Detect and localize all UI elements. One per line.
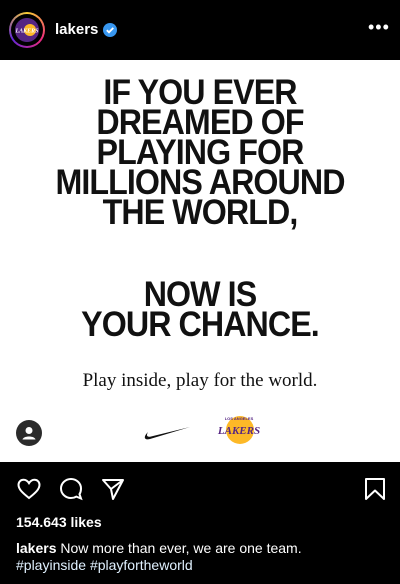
lakers-logo-icon: LOS ANGELES LAKERS xyxy=(217,416,260,444)
like-button[interactable] xyxy=(16,476,42,502)
likes-count[interactable]: 154.643 likes xyxy=(16,514,102,530)
user-icon xyxy=(22,427,36,440)
lakers-logo-icon: LAKERS xyxy=(15,18,39,42)
comment-icon xyxy=(59,477,83,501)
logo-text: LAKERS xyxy=(217,425,260,437)
username-link[interactable]: lakers xyxy=(55,21,98,38)
post-header: LAKERS lakers ••• xyxy=(0,0,400,60)
hashtag-link[interactable]: #playinside xyxy=(16,557,86,573)
caption-username[interactable]: lakers xyxy=(16,540,56,556)
avatar-ring-inner: LAKERS xyxy=(11,14,43,46)
svg-text:LAKERS: LAKERS xyxy=(15,29,39,35)
post-headline: IF YOU EVER DREAMED OF PLAYING FOR MILLI… xyxy=(55,73,345,232)
comment-button[interactable] xyxy=(58,476,84,502)
share-button[interactable] xyxy=(100,476,126,502)
post-image[interactable]: IF YOU EVER DREAMED OF PLAYING FOR MILLI… xyxy=(0,60,400,462)
more-options-button[interactable]: ••• xyxy=(368,18,390,36)
send-icon xyxy=(102,479,124,500)
save-button[interactable] xyxy=(362,476,388,502)
post-subheadline: NOW IS YOUR CHANCE. xyxy=(81,275,320,344)
caption-text: Now more than ever, we are one team. xyxy=(60,540,302,556)
nike-swoosh-icon xyxy=(144,427,190,440)
post-tagline: Play inside, play for the world. xyxy=(82,370,318,391)
verified-badge-icon xyxy=(103,23,117,37)
heart-icon xyxy=(17,478,41,500)
profile-avatar[interactable]: LAKERS xyxy=(9,12,45,48)
post-caption: lakers Now more than ever, we are one te… xyxy=(16,540,386,574)
hashtag-link[interactable]: #playfortheworld xyxy=(90,557,193,573)
post-actions-bar xyxy=(0,462,400,510)
tagged-users-button[interactable] xyxy=(16,420,42,446)
logo-subtext: LOS ANGELES xyxy=(225,416,254,421)
bookmark-icon xyxy=(365,478,385,500)
